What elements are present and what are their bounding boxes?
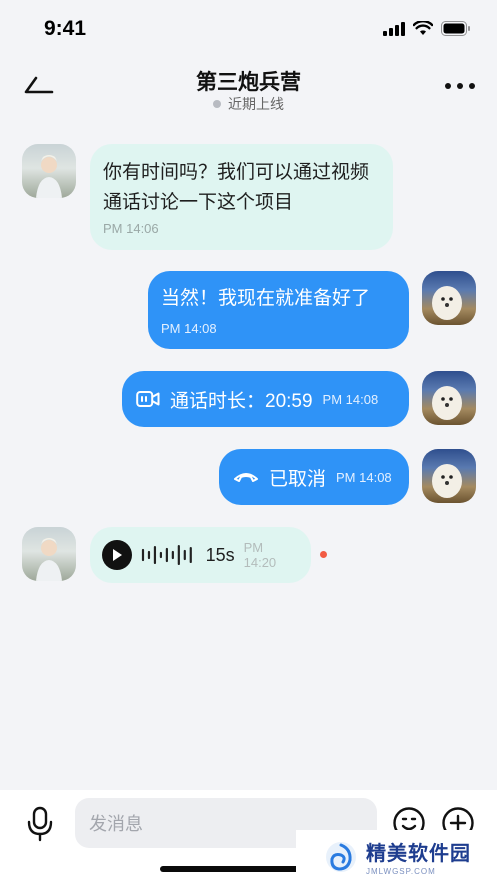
- person-avatar-icon: [36, 155, 62, 198]
- voice-message-bubble[interactable]: 15s PM 14:20: [90, 527, 311, 583]
- battery-icon: [441, 21, 470, 36]
- hang-up-icon: [234, 473, 258, 482]
- dog-avatar-icon: [432, 286, 462, 320]
- my-avatar[interactable]: [422, 271, 476, 325]
- signal-icon: [383, 21, 405, 36]
- online-status-label: 近期上线: [228, 96, 284, 112]
- dog-avatar-icon: [432, 386, 462, 420]
- contact-avatar[interactable]: [22, 527, 76, 581]
- call-cancelled-text: 已取消: [269, 468, 327, 490]
- message-bubble-incoming[interactable]: 你有时间吗？我们可以通过视频通话讨论一下这个项目 PM 14:06: [90, 144, 393, 250]
- microphone-icon[interactable]: [24, 806, 56, 842]
- more-dot-icon: [469, 83, 475, 89]
- my-avatar[interactable]: [422, 449, 476, 503]
- status-icons: [383, 21, 471, 36]
- call-record-bubble[interactable]: 通话时长：20:59 PM 14:08: [122, 371, 409, 427]
- play-icon: [112, 549, 122, 561]
- more-dot-icon: [457, 83, 463, 89]
- call-cancelled-bubble[interactable]: 已取消 PM 14:08: [219, 449, 409, 505]
- message-time: PM 14:06: [103, 221, 159, 236]
- video-call-icon: [136, 391, 160, 407]
- call-duration-text: 通话时长：20:59: [170, 390, 313, 412]
- more-dot-icon: [445, 83, 451, 89]
- chat-title: 第三炮兵营: [196, 71, 301, 94]
- status-dot-icon: [213, 100, 221, 108]
- watermark-logo-icon: [326, 841, 356, 872]
- unread-dot-icon: [320, 551, 327, 558]
- message-time: PM 14:20: [243, 540, 277, 570]
- message-text: 你有时间吗？我们可以通过视频通话讨论一下这个项目: [103, 162, 370, 213]
- message-time: PM 14:08: [336, 469, 392, 485]
- chat-header: 第三炮兵营 近期上线: [0, 58, 497, 128]
- message-text: 当然！我现在就准备好了: [161, 288, 371, 309]
- wifi-icon: [413, 21, 433, 35]
- dog-avatar-icon: [432, 464, 462, 498]
- play-button[interactable]: [102, 540, 132, 570]
- online-status: 近期上线: [0, 94, 497, 114]
- more-options-button[interactable]: [445, 80, 475, 92]
- contact-avatar[interactable]: [22, 144, 76, 198]
- voice-duration: 15s: [205, 544, 235, 565]
- person-avatar-icon: [36, 538, 62, 581]
- message-time: PM 14:08: [161, 321, 217, 336]
- watermark-url: JMLWGSP.COM: [366, 867, 436, 876]
- watermark-name: 精美软件园: [366, 843, 471, 865]
- my-avatar[interactable]: [422, 371, 476, 425]
- watermark: 精美软件园 JMLWGSP.COM: [296, 830, 497, 883]
- message-bubble-outgoing[interactable]: 当然！我现在就准备好了 PM 14:08: [148, 271, 409, 349]
- waveform-icon: [141, 544, 192, 566]
- message-time: PM 14:08: [322, 391, 379, 407]
- status-time: 9:41: [44, 17, 87, 40]
- status-bar: 9:41: [0, 0, 497, 58]
